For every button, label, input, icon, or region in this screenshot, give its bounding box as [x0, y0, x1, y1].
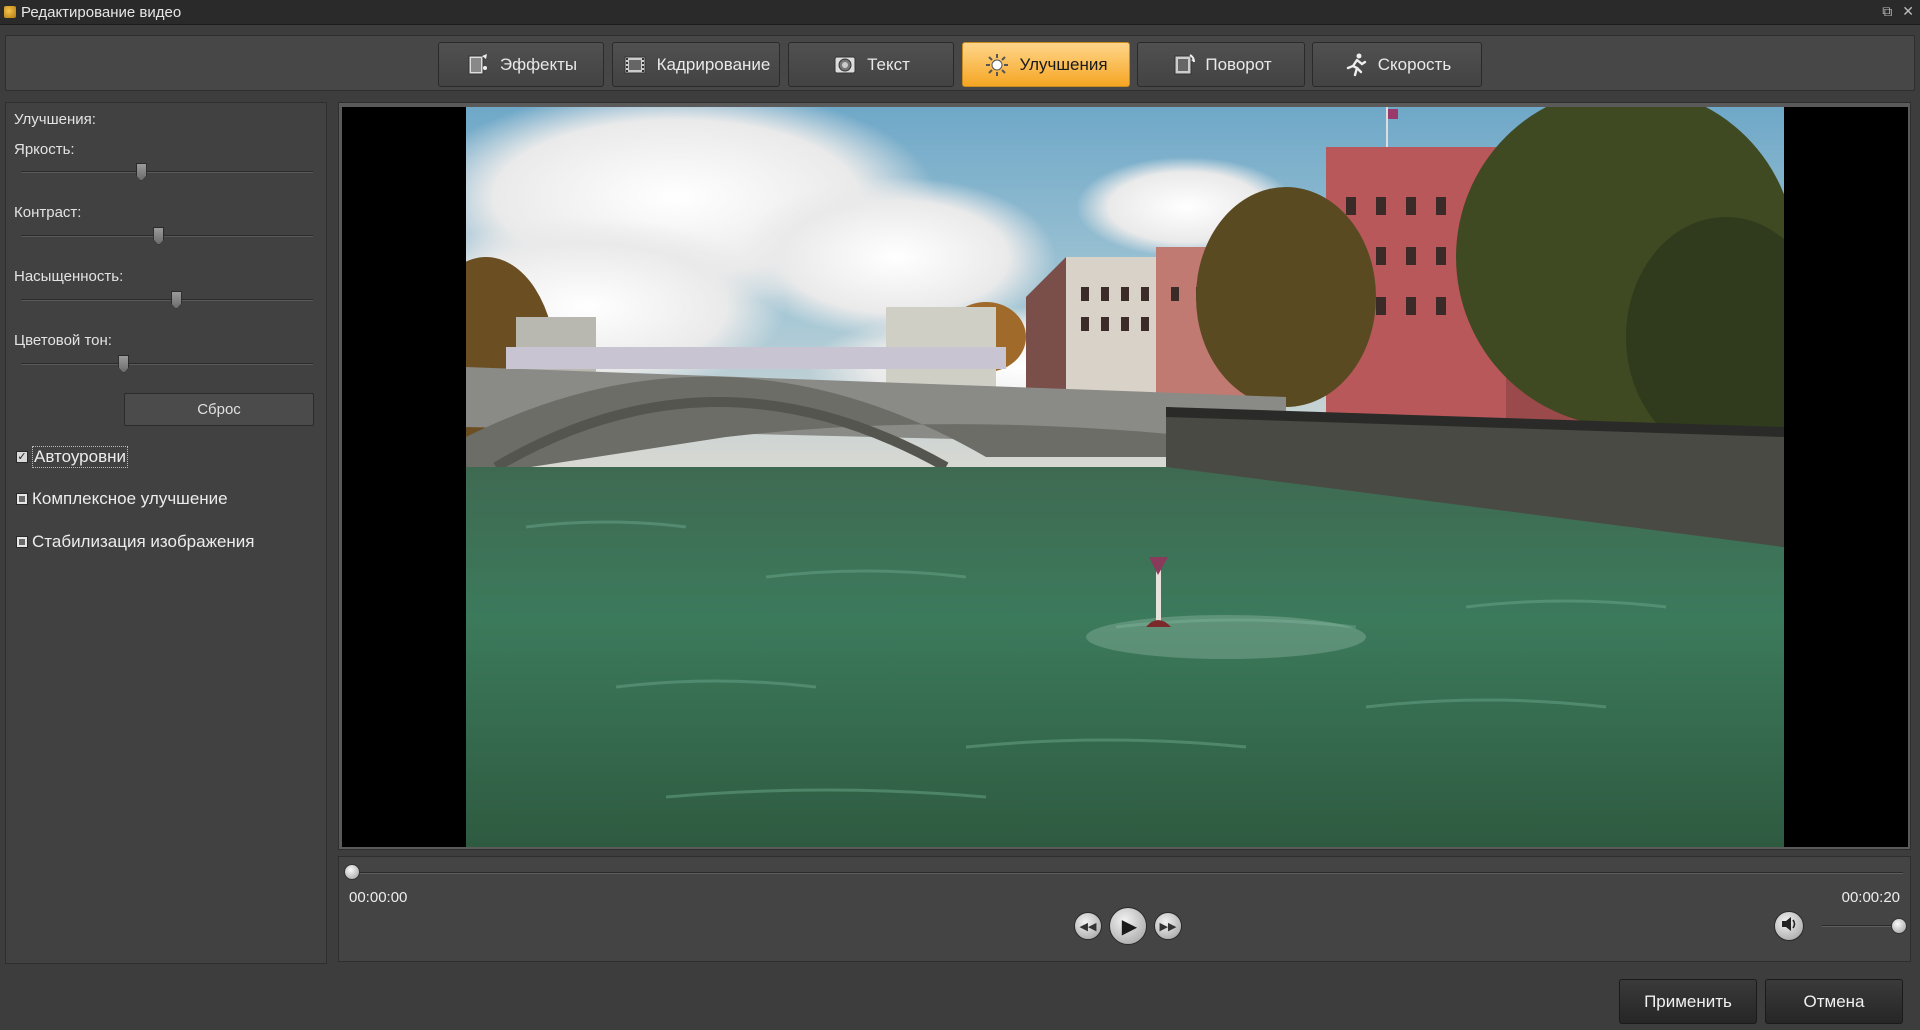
stabilization-checkbox[interactable]: Стабилизация изображения — [16, 532, 255, 552]
tab-label: Эффекты — [499, 54, 578, 74]
tab-crop[interactable]: Кадрирование — [612, 42, 780, 87]
sun-brightness-icon — [984, 52, 1010, 78]
tab-enhancements[interactable]: Улучшения — [962, 42, 1130, 87]
reset-button[interactable]: Сброс — [124, 393, 314, 426]
contrast-slider[interactable] — [21, 227, 313, 245]
checkbox-label: Стабилизация изображения — [32, 532, 255, 551]
autolevels-checkbox[interactable]: ✓ Автоуровни — [16, 446, 128, 468]
tab-speed[interactable]: Скорость — [1312, 42, 1482, 87]
seek-handle[interactable] — [344, 864, 360, 880]
saturation-label: Насыщенность: — [14, 268, 124, 285]
window-title: Редактирование видео — [21, 3, 182, 21]
tab-label: Текст — [867, 54, 910, 74]
enhancements-panel: Улучшения: Яркость: Контраст: Насыщеннос… — [5, 102, 327, 964]
hue-slider[interactable] — [21, 355, 313, 373]
saturation-slider[interactable] — [21, 291, 313, 309]
tab-text[interactable]: Текст — [788, 42, 954, 87]
current-time: 00:00:00 — [349, 889, 408, 906]
app-icon — [4, 6, 16, 18]
total-time: 00:00:20 — [1841, 889, 1900, 906]
slider-thumb[interactable] — [118, 355, 130, 373]
effects-icon — [465, 52, 491, 78]
title-bar: Редактирование видео ⧉ ✕ — [0, 0, 1920, 25]
tab-label: Кадрирование — [656, 54, 771, 74]
hue-label: Цветовой тон: — [14, 332, 112, 349]
window-controls: ⧉ ✕ — [1882, 3, 1914, 20]
crop-film-icon — [622, 52, 648, 78]
seek-bar[interactable] — [351, 872, 1903, 874]
checkbox-label: Автоуровни — [32, 446, 128, 468]
slider-thumb[interactable] — [153, 227, 165, 245]
apply-button[interactable]: Применить — [1619, 979, 1757, 1024]
checkbox-unchecked-icon[interactable] — [16, 536, 28, 548]
panel-heading: Улучшения: — [14, 111, 96, 128]
volume-slider[interactable] — [1822, 925, 1902, 927]
skip-forward-button[interactable]: ▶▶ — [1154, 912, 1182, 940]
play-icon: ▶ — [1121, 915, 1138, 938]
tab-label: Поворот — [1205, 54, 1272, 74]
volume-button[interactable] — [1774, 911, 1804, 941]
cancel-button[interactable]: Отмена — [1765, 979, 1903, 1024]
rotate-film-icon — [1170, 52, 1196, 78]
tab-effects[interactable]: Эффекты — [438, 42, 604, 87]
close-icon[interactable]: ✕ — [1902, 3, 1914, 20]
video-preview-frame — [338, 102, 1911, 850]
brightness-label: Яркость: — [14, 141, 75, 158]
tab-rotate[interactable]: Поворот — [1137, 42, 1305, 87]
complex-enhancement-checkbox[interactable]: Комплексное улучшение — [16, 489, 228, 509]
speaker-icon — [1780, 915, 1798, 938]
video-frame-image — [466, 107, 1784, 847]
skip-back-button[interactable]: ◀◀ — [1074, 912, 1102, 940]
restore-icon[interactable]: ⧉ — [1882, 3, 1892, 20]
running-man-icon — [1343, 52, 1369, 78]
slider-thumb[interactable] — [135, 163, 147, 181]
player-controls: 00:00:00 00:00:20 ◀◀ ▶ ▶▶ — [338, 856, 1911, 962]
checkbox-label: Комплексное улучшение — [32, 489, 228, 508]
contrast-label: Контраст: — [14, 204, 82, 221]
video-viewport — [342, 107, 1908, 847]
editor-toolbar: Эффекты Кадрирование Текст Улучшения Пов… — [5, 35, 1915, 91]
skip-forward-icon: ▶▶ — [1159, 920, 1177, 933]
checkbox-checked-icon[interactable]: ✓ — [16, 451, 28, 463]
tab-label: Скорость — [1377, 54, 1452, 74]
skip-back-icon: ◀◀ — [1079, 920, 1097, 933]
tab-label: Улучшения — [1019, 54, 1108, 74]
play-button[interactable]: ▶ — [1109, 907, 1147, 945]
checkbox-unchecked-icon[interactable] — [16, 493, 28, 505]
text-camera-icon — [832, 52, 858, 78]
volume-handle[interactable] — [1891, 918, 1907, 934]
slider-thumb[interactable] — [170, 291, 182, 309]
brightness-slider[interactable] — [21, 163, 313, 181]
